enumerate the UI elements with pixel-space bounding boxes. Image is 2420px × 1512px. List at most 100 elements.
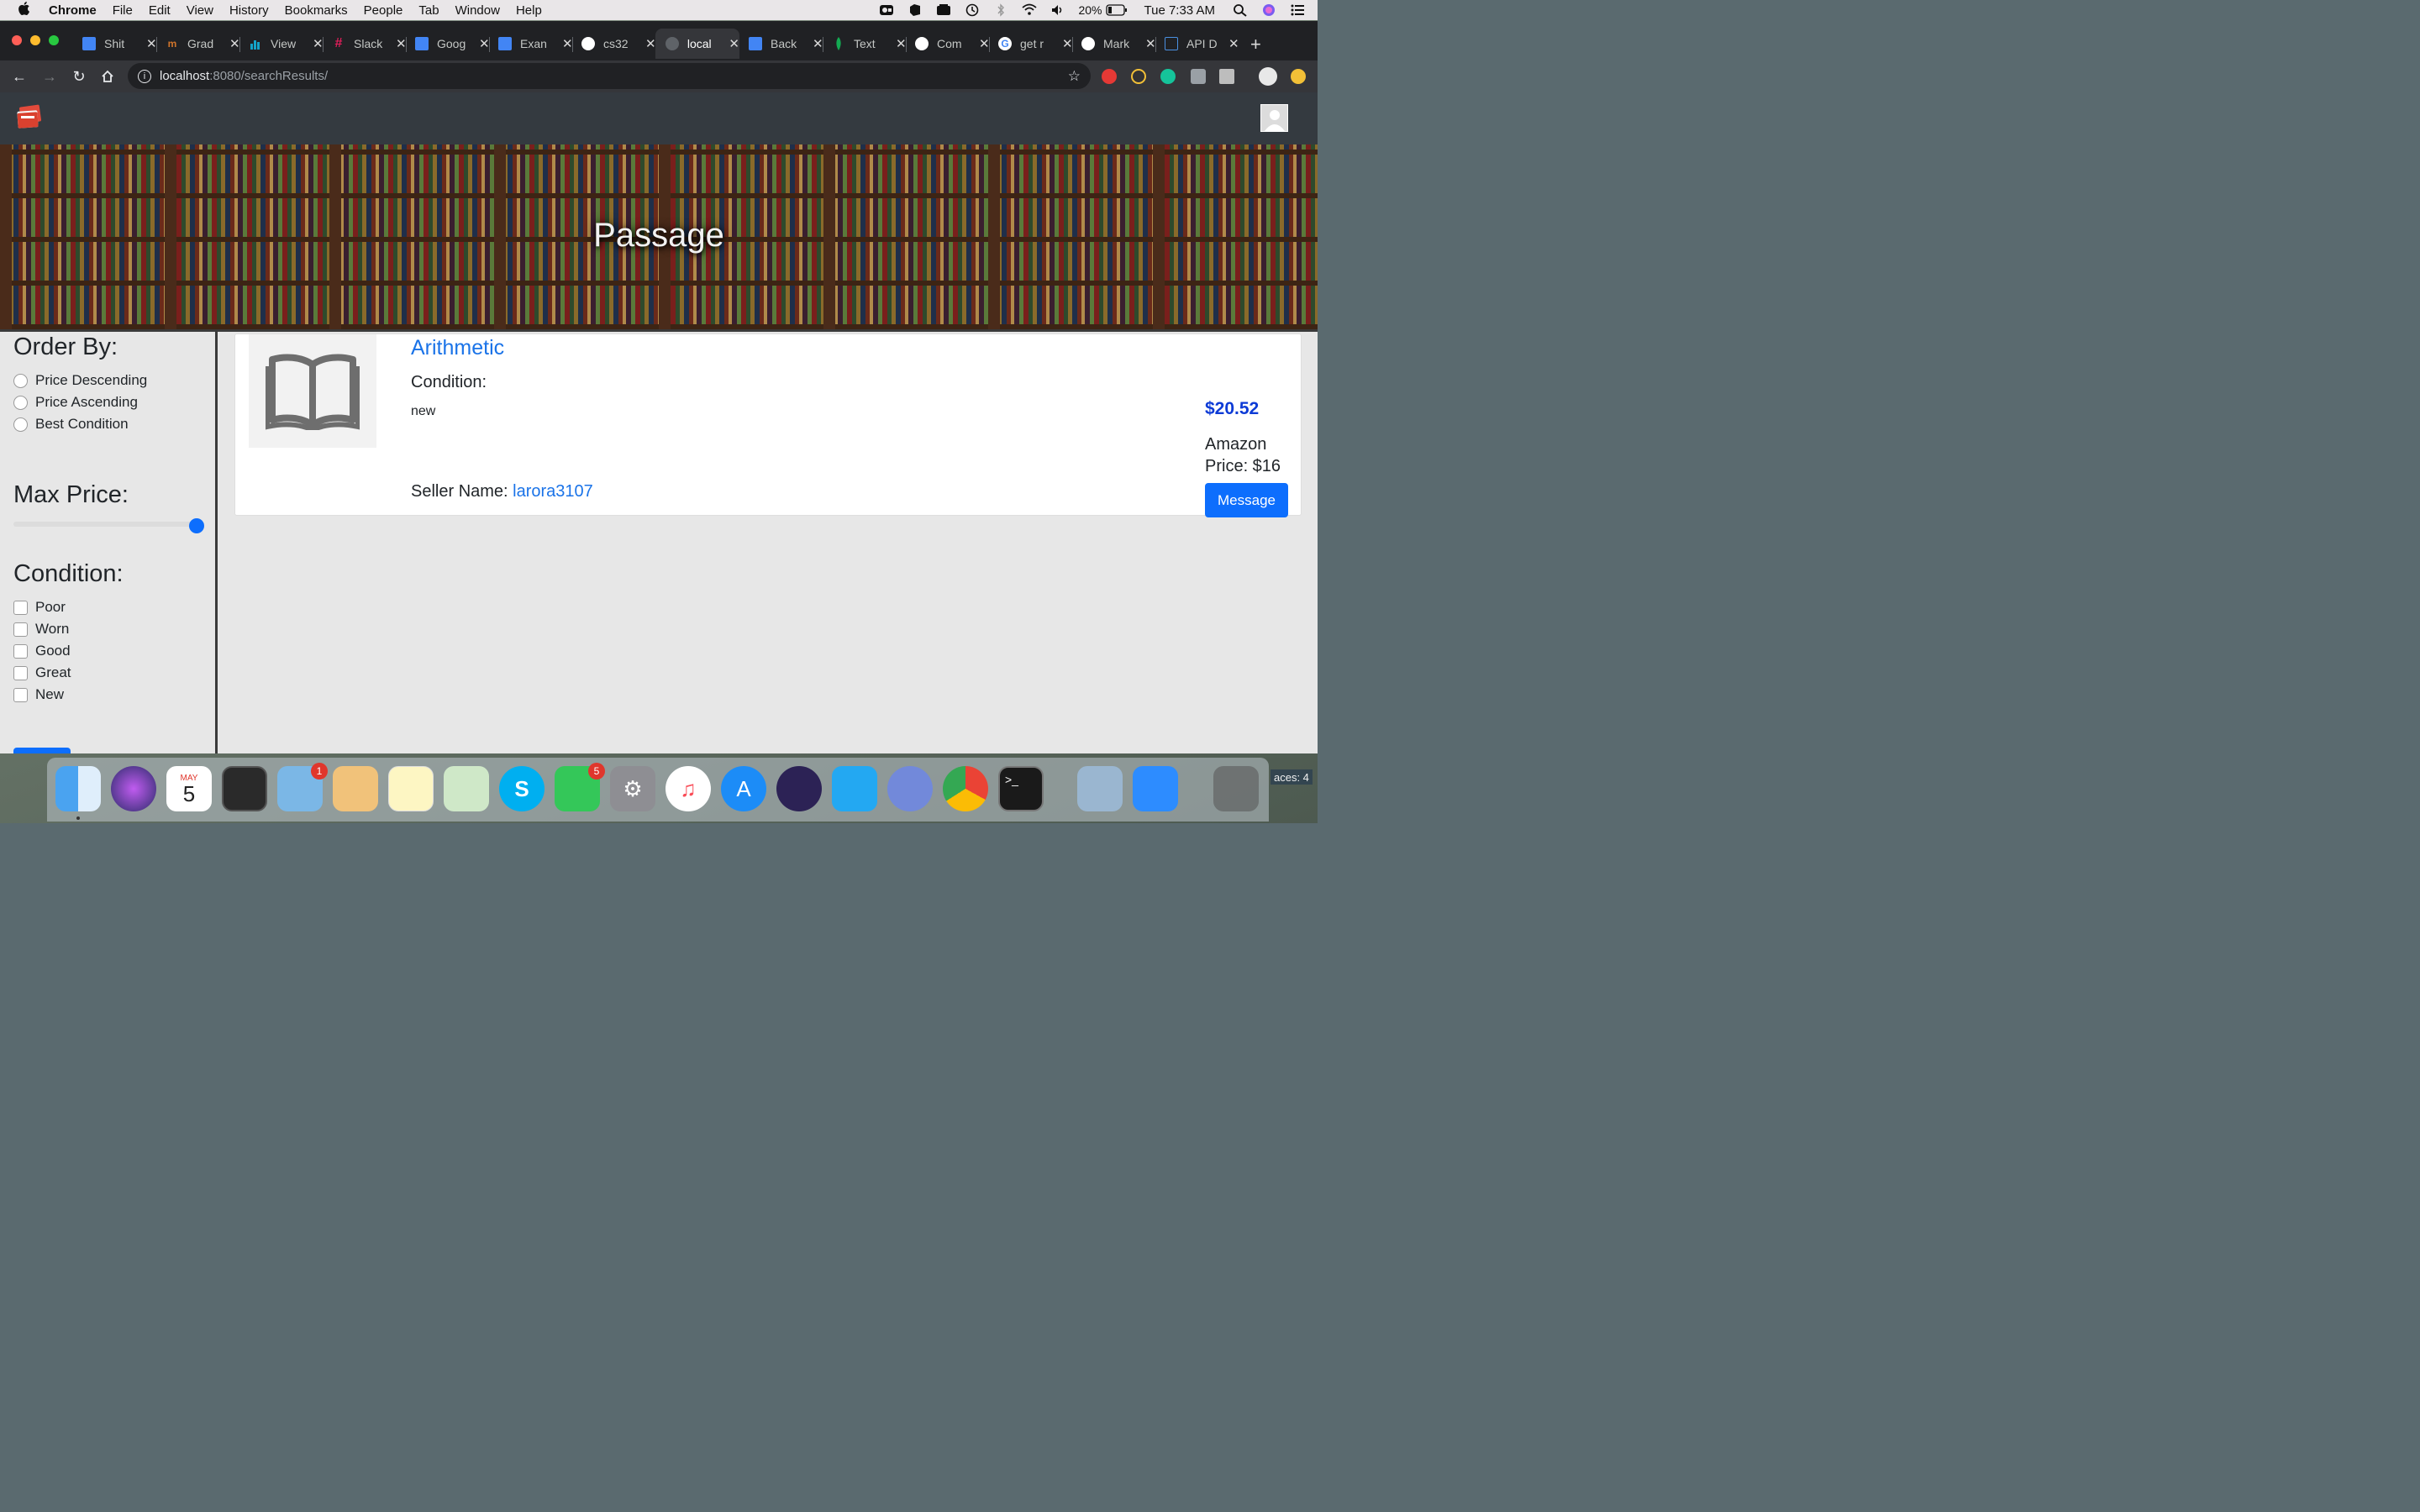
adblock-extension-icon[interactable] xyxy=(1102,69,1117,84)
drive-sync-icon[interactable] xyxy=(935,3,952,17)
menu-view[interactable]: View xyxy=(187,3,213,18)
tab-8[interactable]: Back ✕ xyxy=(749,29,823,59)
mail-icon[interactable]: 1 xyxy=(277,763,328,811)
menu-bookmarks[interactable]: Bookmarks xyxy=(285,3,348,18)
tab-close-icon[interactable]: ✕ xyxy=(729,36,739,51)
facetime-icon[interactable]: 5 xyxy=(555,763,605,811)
menu-history[interactable]: History xyxy=(229,3,269,18)
tab-close-icon[interactable]: ✕ xyxy=(562,36,573,51)
apply-filters-button[interactable] xyxy=(13,748,71,753)
app-store-icon[interactable]: A xyxy=(721,766,766,811)
close-window-button[interactable] xyxy=(12,35,22,45)
menu-window[interactable]: Window xyxy=(455,3,500,18)
order-option-best-condition[interactable]: Best Condition xyxy=(13,416,129,433)
tab-close-icon[interactable]: ✕ xyxy=(896,36,907,51)
checkbox[interactable] xyxy=(13,687,28,702)
seller-name-link[interactable]: larora3107 xyxy=(513,482,593,501)
menu-file[interactable]: File xyxy=(113,3,133,18)
new-tab-button[interactable]: + xyxy=(1250,34,1261,55)
tab-3[interactable]: # Slack ✕ xyxy=(332,29,407,59)
notification-center-icon[interactable] xyxy=(1289,3,1306,17)
time-machine-icon[interactable] xyxy=(964,3,981,17)
wifi-icon[interactable] xyxy=(1021,3,1038,17)
extension-icon-2[interactable] xyxy=(1219,69,1234,84)
book-logo-icon[interactable] xyxy=(15,104,44,131)
grammarly-extension-icon[interactable] xyxy=(1160,69,1176,84)
tab-close-icon[interactable]: ✕ xyxy=(979,36,990,51)
trash-icon[interactable] xyxy=(1213,766,1259,811)
checkbox[interactable] xyxy=(13,600,28,615)
condition-option-new[interactable]: New xyxy=(13,686,64,703)
radio-button[interactable] xyxy=(13,373,28,388)
tab-9[interactable]: Text ✕ xyxy=(832,29,907,59)
battery-icon[interactable] xyxy=(1105,3,1128,17)
condition-option-great[interactable]: Great xyxy=(13,664,71,681)
checkbox[interactable] xyxy=(13,665,28,680)
preview-icon[interactable] xyxy=(1077,766,1123,811)
menu-people[interactable]: People xyxy=(364,3,403,18)
volume-icon[interactable] xyxy=(1050,3,1066,17)
order-option-price-ascending[interactable]: Price Ascending xyxy=(13,394,138,411)
itunes-icon[interactable]: ♫ xyxy=(666,766,711,811)
menu-tab[interactable]: Tab xyxy=(418,3,439,18)
bookmark-star-icon[interactable]: ☆ xyxy=(1068,68,1081,85)
tab-0[interactable]: Shit ✕ xyxy=(82,29,157,59)
extension-icon[interactable] xyxy=(1191,69,1206,84)
tab-12[interactable]: Mark ✕ xyxy=(1081,29,1156,59)
eclipse-icon[interactable] xyxy=(776,766,822,811)
evernote-icon[interactable] xyxy=(907,3,923,17)
tab-4[interactable]: Goog ✕ xyxy=(415,29,490,59)
max-price-slider-track[interactable] xyxy=(13,522,204,527)
extension-icon-3[interactable] xyxy=(1291,69,1306,84)
checkbox[interactable] xyxy=(13,622,28,637)
vscode-icon[interactable] xyxy=(832,766,877,811)
maps-icon[interactable] xyxy=(444,766,489,811)
tab-13[interactable]: API D ✕ xyxy=(1165,29,1239,59)
forward-button[interactable]: → xyxy=(40,67,59,86)
tab-close-icon[interactable]: ✕ xyxy=(313,36,324,51)
terminal-icon[interactable]: >_ xyxy=(998,766,1044,811)
zoom-window-button[interactable] xyxy=(49,35,59,45)
tab-close-icon[interactable]: ✕ xyxy=(645,36,656,51)
radio-button[interactable] xyxy=(13,417,28,432)
menu-edit[interactable]: Edit xyxy=(149,3,171,18)
tab-7-active[interactable]: local ✕ xyxy=(655,29,739,59)
address-bar[interactable]: i localhost:8080/searchResults/ ☆ xyxy=(128,63,1091,89)
site-info-icon[interactable]: i xyxy=(138,69,151,83)
system-preferences-icon[interactable]: ⚙ xyxy=(610,766,655,811)
skype-icon[interactable]: S xyxy=(499,766,544,811)
max-price-slider-thumb[interactable] xyxy=(189,518,204,533)
tab-5[interactable]: Exan ✕ xyxy=(498,29,573,59)
back-button[interactable]: ← xyxy=(10,67,29,86)
spotlight-search-icon[interactable] xyxy=(1232,3,1249,17)
pages-icon[interactable] xyxy=(333,766,378,811)
tab-close-icon[interactable]: ✕ xyxy=(396,36,407,51)
activity-monitor-icon[interactable] xyxy=(222,766,267,811)
calendar-icon[interactable]: MAY 5 xyxy=(166,766,212,811)
menu-help[interactable]: Help xyxy=(516,3,542,18)
tab-close-icon[interactable]: ✕ xyxy=(813,36,823,51)
radio-button[interactable] xyxy=(13,395,28,410)
tab-close-icon[interactable]: ✕ xyxy=(1062,36,1073,51)
finder-icon[interactable] xyxy=(55,766,101,820)
condition-option-poor[interactable]: Poor xyxy=(13,599,66,616)
tab-11[interactable]: Gget r ✕ xyxy=(998,29,1073,59)
bluetooth-icon[interactable] xyxy=(992,3,1009,17)
tab-10[interactable]: Com ✕ xyxy=(915,29,990,59)
checkbox[interactable] xyxy=(13,643,28,659)
siri-dock-icon[interactable] xyxy=(111,766,156,811)
honey-extension-icon[interactable] xyxy=(1131,69,1146,84)
tab-close-icon[interactable]: ✕ xyxy=(146,36,157,51)
profile-icon[interactable] xyxy=(1259,67,1277,86)
tab-1[interactable]: m Grad ✕ xyxy=(166,29,240,59)
tab-6[interactable]: cs32 ✕ xyxy=(581,29,656,59)
menu-app-name[interactable]: Chrome xyxy=(49,3,97,18)
notes-icon[interactable] xyxy=(388,766,434,811)
book-title-link[interactable]: Arithmetic xyxy=(411,336,504,360)
apple-icon[interactable] xyxy=(17,1,34,20)
tab-close-icon[interactable]: ✕ xyxy=(479,36,490,51)
chrome-dock-icon[interactable] xyxy=(943,766,988,811)
zoom-icon[interactable] xyxy=(1133,766,1178,811)
reload-button[interactable]: ↻ xyxy=(70,67,88,86)
tab-2[interactable]: View ✕ xyxy=(249,29,324,59)
